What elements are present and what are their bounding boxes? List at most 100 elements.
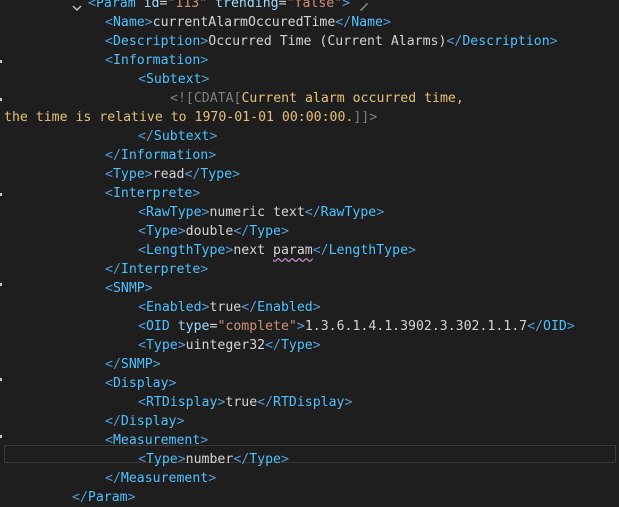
token: Current alarm occurred time, — [241, 91, 464, 106]
code-line[interactable]: </Param> — [0, 488, 619, 507]
token: < — [138, 395, 146, 410]
token: <![CDATA[ — [170, 91, 242, 106]
code-line[interactable]: <SNMP> — [0, 279, 619, 298]
token: > — [408, 243, 416, 258]
token: type — [177, 319, 210, 334]
gutter-marker — [0, 283, 2, 286]
token: > — [344, 395, 353, 410]
token: </ — [105, 262, 121, 277]
token: </ — [138, 129, 154, 144]
token: Type — [280, 338, 313, 353]
code-line[interactable]: </Information> — [0, 146, 619, 165]
code-line[interactable]: <Type>uinteger32</Type> — [0, 336, 619, 355]
token: uinteger32 — [185, 338, 266, 353]
code-line[interactable]: <Type>number</Type> — [0, 450, 619, 469]
code-line[interactable]: <Display> — [0, 374, 619, 393]
token: Param — [95, 0, 136, 11]
code-line[interactable]: <Information> — [0, 51, 619, 70]
token: > — [209, 129, 218, 144]
token: the time is relative to 1970-01-01 00:00… — [4, 110, 354, 125]
code-line[interactable]: </Interprete> — [0, 260, 619, 279]
code-line[interactable]: <Param id="113" trending="false"> — [0, 0, 619, 13]
code-line[interactable]: <Type>double</Type> — [0, 222, 619, 241]
token: Description — [112, 34, 201, 49]
code-line[interactable]: <Subtext> — [0, 70, 619, 89]
code-line[interactable]: <Name>currentAlarmOccuredTime</Name> — [0, 13, 619, 32]
pencil-icon — [360, 3, 368, 11]
code-line[interactable]: <Enabled>true</Enabled> — [0, 298, 619, 317]
token: Display — [120, 414, 177, 429]
code-line-text: <Type>number</Type> — [138, 450, 289, 469]
token: OID — [145, 319, 170, 334]
code-line-text: </Interprete> — [105, 260, 208, 279]
code-line[interactable]: <RTDisplay>true</RTDisplay> — [0, 393, 619, 412]
code-line-text: </Information> — [105, 146, 216, 165]
code-line[interactable]: </SNMP> — [0, 355, 619, 374]
token: Enabled — [145, 300, 202, 315]
token: < — [105, 281, 113, 296]
code-line[interactable]: the time is relative to 1970-01-01 00:00… — [0, 108, 619, 127]
token: Type — [249, 452, 281, 467]
token: </ — [527, 319, 544, 334]
token: </ — [233, 452, 250, 467]
code-line[interactable]: </Display> — [0, 412, 619, 431]
token: > — [382, 15, 391, 30]
token: > — [200, 433, 209, 448]
token: < — [138, 338, 146, 353]
code-line[interactable]: <Type>read</Type> — [0, 165, 619, 184]
code-line-text: the time is relative to 1970-01-01 00:00… — [4, 108, 377, 127]
token: "113" — [167, 0, 208, 11]
token: < — [105, 433, 113, 448]
token: Occurred Time (Current Alarms) — [208, 34, 447, 49]
gutter-marker — [0, 60, 2, 63]
token: < — [138, 452, 146, 467]
code-line-text: <RTDisplay>true</RTDisplay> — [138, 393, 352, 412]
token: </ — [304, 205, 321, 220]
code-line[interactable]: <LengthType>next param</LengthType> — [0, 241, 619, 260]
token: > — [144, 281, 153, 296]
code-editor[interactable]: <Param id="113" trending="false"> <Name>c… — [0, 0, 619, 505]
token: > — [312, 300, 321, 315]
token: Type — [145, 224, 178, 239]
token: OID — [543, 319, 567, 334]
token: </ — [233, 224, 250, 239]
token: trending — [215, 0, 279, 11]
token: Subtext — [153, 129, 210, 144]
token: Name — [112, 15, 145, 30]
token: > — [177, 452, 186, 467]
code-line[interactable]: </Measurement> — [0, 469, 619, 488]
token: Name — [351, 15, 383, 30]
token: 1.3.6.1.4.1.3902.3.302.1.1.7 — [304, 319, 528, 334]
token: next — [233, 243, 274, 258]
token: LengthType — [145, 243, 226, 258]
token: </ — [241, 300, 258, 315]
token: </ — [105, 414, 121, 429]
code-line[interactable]: <OID type="complete">1.3.6.1.4.1.3902.3.… — [0, 317, 619, 336]
token: </ — [446, 34, 463, 49]
token: Information — [120, 148, 209, 163]
token: > — [200, 53, 209, 68]
code-line[interactable]: <Description>Occurred Time (Current Alar… — [0, 32, 619, 51]
token: id — [143, 0, 160, 11]
token: Measurement — [120, 471, 209, 486]
code-line[interactable]: </Subtext> — [0, 127, 619, 146]
token: ]]> — [353, 110, 378, 125]
code-line[interactable]: <Measurement> — [0, 431, 619, 450]
code-line[interactable]: <Interprete> — [0, 184, 619, 203]
code-line[interactable]: <RawType>numeric text</RawType> — [0, 203, 619, 222]
code-line-text: <Type>uinteger32</Type> — [138, 336, 321, 355]
token: < — [88, 0, 96, 11]
token: Subtext — [145, 72, 202, 87]
token: > — [177, 338, 186, 353]
token: > — [208, 471, 217, 486]
token: > — [232, 167, 241, 182]
token: LengthType — [328, 243, 409, 258]
code-line[interactable]: <![CDATA[Current alarm occurred time, — [0, 89, 619, 108]
code-line-text: <LengthType>next param</LengthType> — [138, 241, 416, 260]
token: Measurement — [112, 433, 201, 448]
token: SNMP — [120, 357, 153, 372]
token: > — [312, 338, 321, 353]
code-line-text: <Type>read</Type> — [105, 165, 240, 184]
